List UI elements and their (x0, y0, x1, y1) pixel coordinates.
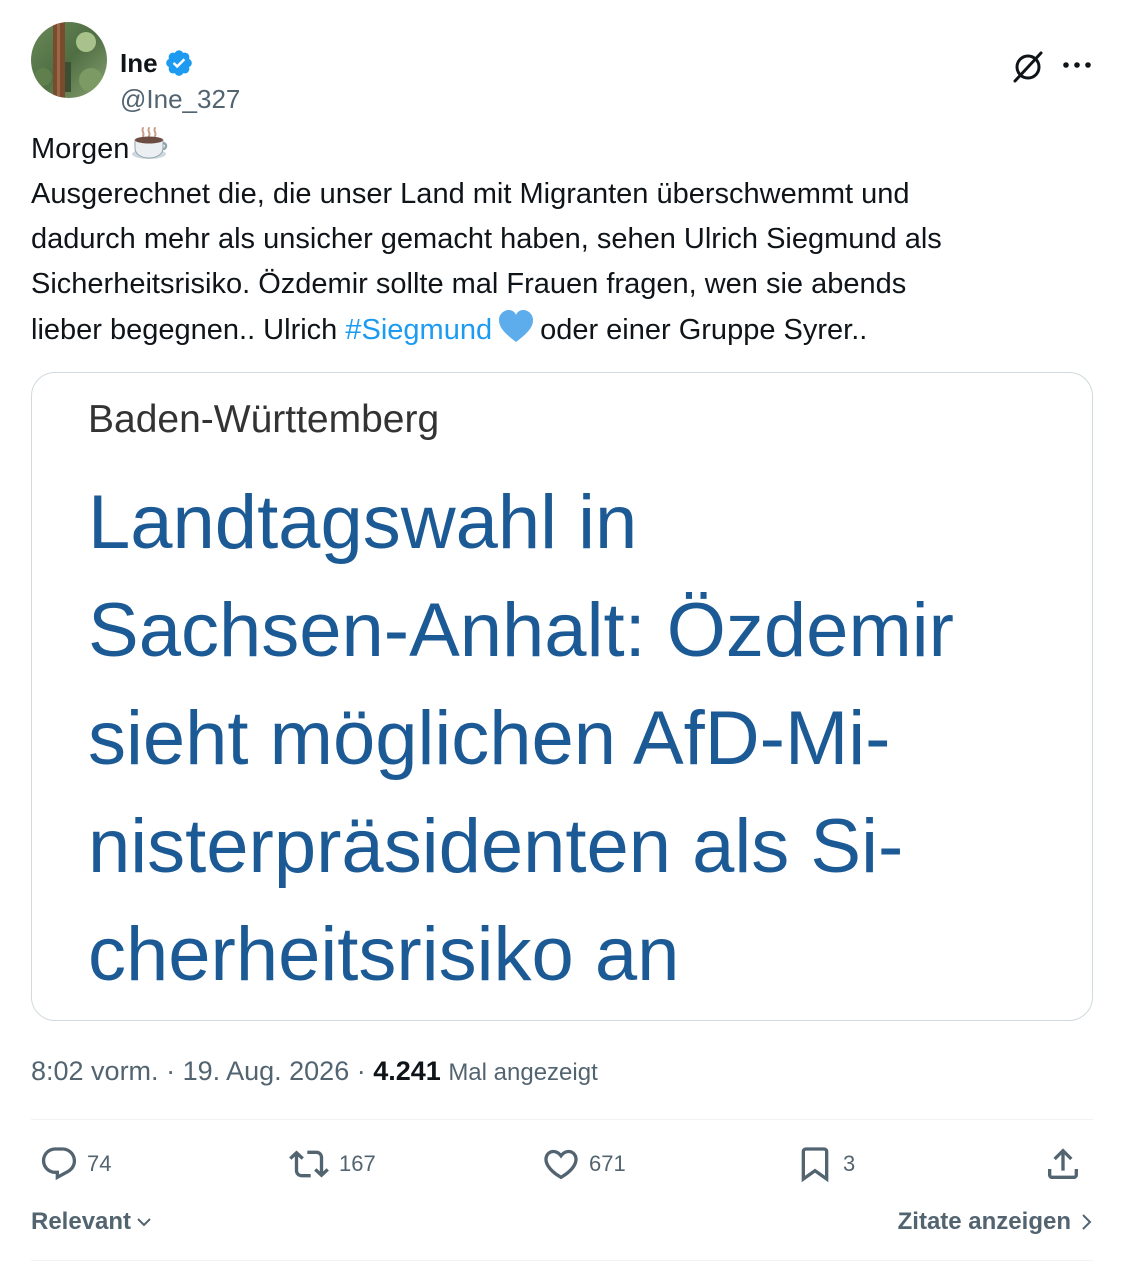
tweet-line-5: lieber begegnen.. Ulrich #Siegmund oder … (31, 307, 1093, 353)
headline-line: cherheitsrisiko an (88, 912, 680, 997)
avatar[interactable] (31, 22, 107, 98)
replies-toolbar: Relevant Zitate anzeigen (31, 1208, 1093, 1242)
author-name-text[interactable]: Ine (120, 50, 158, 76)
like-count: 671 (589, 1151, 626, 1176)
grok-icon[interactable] (1011, 50, 1045, 84)
meta-separator: · (158, 1056, 183, 1086)
repost-button[interactable]: 167 (287, 1144, 376, 1184)
chevron-right-icon (1082, 1214, 1092, 1230)
tweet-header: Ine @Ine_327 (31, 22, 1093, 112)
tweet-line-2: Ausgerechnet die, die unser Land mit Mig… (31, 178, 910, 210)
media-image[interactable]: Baden-Württemberg Landtagswahl in Sachse… (31, 372, 1093, 1021)
share-button[interactable] (1043, 1144, 1083, 1189)
tweet-line-1: Morgen (31, 124, 1093, 172)
tweet-date[interactable]: 19. Aug. 2026 (183, 1056, 350, 1086)
media-kicker: Baden-Württemberg (88, 398, 440, 441)
verified-badge-icon (165, 50, 192, 76)
tweet-line-4: Sicherheitsrisiko. Özdemir sollte mal Fr… (31, 268, 907, 300)
reply-button[interactable]: 74 (39, 1144, 111, 1184)
more-icon[interactable] (1061, 58, 1093, 70)
reply-count: 74 (87, 1151, 112, 1176)
action-bar: 74 167 671 3 (31, 1138, 1093, 1194)
bookmark-count: 3 (843, 1151, 856, 1176)
views-count: 4.241 (373, 1056, 441, 1086)
headline-line: sieht möglichen AfD-Mi- (88, 696, 891, 781)
blue-heart-icon (499, 310, 534, 342)
bookmark-icon (801, 1147, 829, 1183)
headline-line: nisterpräsidenten als Si- (88, 804, 904, 889)
view-quotes-link[interactable]: Zitate anzeigen (898, 1208, 1093, 1236)
tweet-greeting: Morgen (31, 133, 130, 165)
author-handle[interactable]: @Ine_327 (120, 86, 240, 112)
chevron-down-icon (137, 1218, 151, 1227)
meta-separator: · (349, 1056, 374, 1086)
quotes-label: Zitate anzeigen (897, 1208, 1071, 1235)
share-icon (1048, 1148, 1078, 1179)
author-name[interactable]: Ine (120, 48, 194, 78)
hot-beverage-icon (132, 127, 168, 159)
headline-line: Sachsen-Anhalt: Özdemir (88, 588, 954, 673)
tweet-time[interactable]: 8:02 vorm. (31, 1056, 159, 1086)
sort-dropdown[interactable]: Relevant (31, 1208, 153, 1236)
tweet-meta: 8:02 vorm. · 19. Aug. 2026 · 4.241 Mal a… (31, 1054, 598, 1090)
reply-icon (41, 1147, 77, 1181)
headline-line: Landtagswahl in (88, 480, 638, 565)
divider (31, 1260, 1093, 1261)
tweet-line-5-end: oder einer Gruppe Syrer.. (540, 314, 868, 346)
divider (31, 1119, 1093, 1120)
media-headline: Landtagswahl in Sachsen-Anhalt: Özdemir … (88, 469, 954, 1009)
repost-count: 167 (339, 1151, 376, 1176)
tweet-line-5-start: lieber begegnen.. Ulrich (31, 314, 346, 346)
hashtag-link[interactable]: #Siegmund (345, 314, 492, 346)
like-button[interactable]: 671 (541, 1144, 626, 1184)
heart-icon (544, 1149, 578, 1180)
tweet-text: Morgen Ausgerechnet die, die unser Land … (31, 124, 1093, 353)
bookmark-button[interactable]: 3 (795, 1144, 855, 1184)
views-label: Mal angezeigt (448, 1059, 598, 1086)
sort-label: Relevant (31, 1208, 132, 1235)
tweet-line-3: dadurch mehr als unsicher gemacht haben,… (31, 223, 942, 255)
repost-icon (289, 1150, 329, 1178)
